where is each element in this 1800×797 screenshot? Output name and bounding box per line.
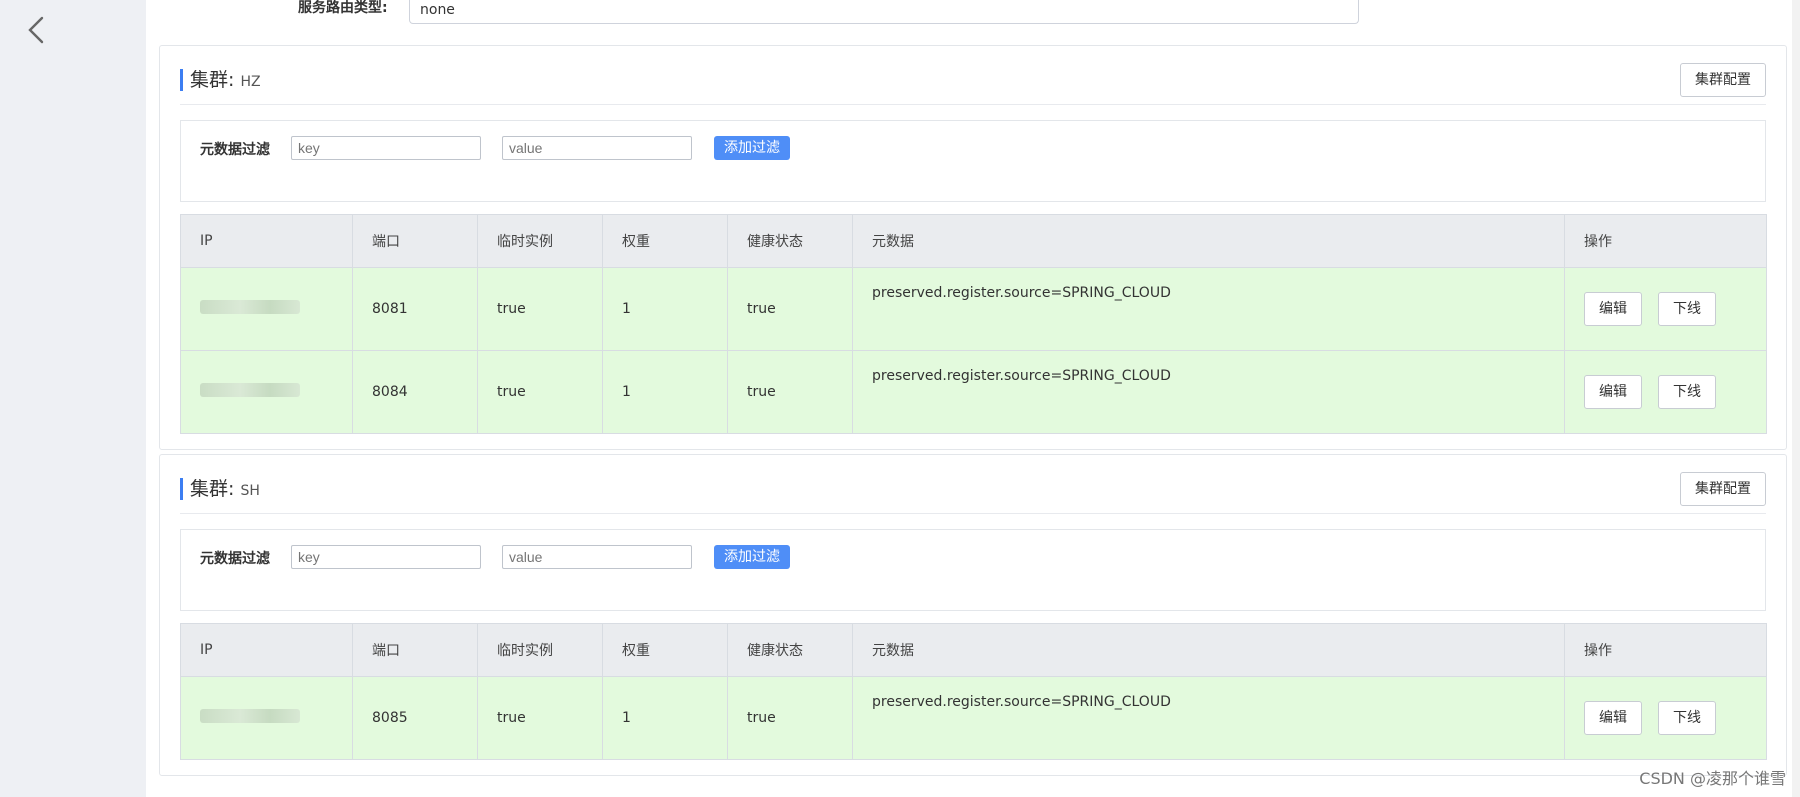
redacted-ip (200, 383, 300, 397)
ephemeral-cell: true (477, 267, 603, 351)
cluster-card-hz: 集群: HZ 集群配置 元数据过滤 添加过滤 IP 端口 临时实例 权重 健康状… (159, 45, 1787, 450)
actions-cell: 编辑 下线 (1564, 676, 1767, 760)
filter-label: 元数据过滤 (200, 142, 270, 158)
column-header: 临时实例 (477, 623, 603, 677)
weight-cell: 1 (602, 676, 728, 760)
route-type-field[interactable]: none (409, 0, 1359, 24)
filter-key-input[interactable] (291, 136, 481, 160)
ephemeral-cell: true (477, 350, 603, 434)
cluster-card-sh: 集群: SH 集群配置 元数据过滤 添加过滤 IP 端口 临时实例 权重 健康状… (159, 454, 1787, 776)
offline-button[interactable]: 下线 (1658, 292, 1716, 326)
port-cell: 8084 (352, 350, 478, 434)
edit-button[interactable]: 编辑 (1584, 701, 1642, 735)
add-filter-button[interactable]: 添加过滤 (714, 136, 790, 160)
column-header: 端口 (352, 623, 478, 677)
column-header: 端口 (352, 214, 478, 268)
weight-cell: 1 (602, 350, 728, 434)
port-cell: 8085 (352, 676, 478, 760)
left-rail (0, 0, 146, 797)
cluster-config-button[interactable]: 集群配置 (1680, 63, 1766, 97)
cluster-header: 集群: HZ 集群配置 (180, 46, 1766, 105)
table-header-row: IP 端口 临时实例 权重 健康状态 元数据 操作 (180, 214, 1767, 268)
cluster-title: 集群: SH (180, 478, 260, 500)
port-cell: 8081 (352, 267, 478, 351)
metadata-filter-box: 元数据过滤 添加过滤 (180, 529, 1766, 611)
table-row: 8084 true 1 true preserved.register.sour… (180, 350, 1767, 434)
column-header: IP (180, 214, 353, 268)
column-header: 元数据 (852, 623, 1565, 677)
scrollbar[interactable] (1792, 0, 1800, 797)
healthy-cell: true (727, 676, 853, 760)
redacted-ip (200, 300, 300, 314)
column-header: 操作 (1564, 623, 1767, 677)
instance-table: IP 端口 临时实例 权重 健康状态 元数据 操作 8081 true 1 tr… (180, 214, 1767, 434)
filter-value-input[interactable] (502, 136, 692, 160)
column-header: 权重 (602, 214, 728, 268)
instance-table: IP 端口 临时实例 权重 健康状态 元数据 操作 8085 true 1 tr… (180, 623, 1767, 760)
metadata-filter-box: 元数据过滤 添加过滤 (180, 120, 1766, 202)
cluster-config-button[interactable]: 集群配置 (1680, 472, 1766, 506)
ephemeral-cell: true (477, 676, 603, 760)
offline-button[interactable]: 下线 (1658, 701, 1716, 735)
ip-cell (180, 676, 353, 760)
back-arrow-icon[interactable] (18, 10, 54, 50)
cluster-title: 集群: HZ (180, 69, 261, 91)
table-row: 8085 true 1 true preserved.register.sour… (180, 676, 1767, 760)
column-header: 元数据 (852, 214, 1565, 268)
cluster-name: SH (240, 483, 260, 499)
ip-cell (180, 350, 353, 434)
redacted-ip (200, 709, 300, 723)
ip-cell (180, 267, 353, 351)
filter-label: 元数据过滤 (200, 551, 270, 567)
filter-key-input[interactable] (291, 545, 481, 569)
edit-button[interactable]: 编辑 (1584, 292, 1642, 326)
metadata-cell: preserved.register.source=SPRING_CLOUD (852, 267, 1565, 351)
weight-cell: 1 (602, 267, 728, 351)
column-header: 权重 (602, 623, 728, 677)
column-header: 健康状态 (727, 623, 853, 677)
table-row: 8081 true 1 true preserved.register.sour… (180, 267, 1767, 351)
cluster-header: 集群: SH 集群配置 (180, 455, 1766, 514)
metadata-cell: preserved.register.source=SPRING_CLOUD (852, 350, 1565, 434)
healthy-cell: true (727, 267, 853, 351)
watermark: CSDN @凌那个谁雪 (1639, 769, 1786, 788)
actions-cell: 编辑 下线 (1564, 267, 1767, 351)
table-header-row: IP 端口 临时实例 权重 健康状态 元数据 操作 (180, 623, 1767, 677)
edit-button[interactable]: 编辑 (1584, 375, 1642, 409)
column-header: 健康状态 (727, 214, 853, 268)
route-type-row: 服务路由类型: none (146, 0, 1786, 28)
metadata-cell: preserved.register.source=SPRING_CLOUD (852, 676, 1565, 760)
filter-value-input[interactable] (502, 545, 692, 569)
add-filter-button[interactable]: 添加过滤 (714, 545, 790, 569)
column-header: 操作 (1564, 214, 1767, 268)
route-type-label: 服务路由类型: (298, 0, 388, 16)
healthy-cell: true (727, 350, 853, 434)
cluster-name: HZ (240, 74, 261, 90)
offline-button[interactable]: 下线 (1658, 375, 1716, 409)
column-header: IP (180, 623, 353, 677)
column-header: 临时实例 (477, 214, 603, 268)
actions-cell: 编辑 下线 (1564, 350, 1767, 434)
